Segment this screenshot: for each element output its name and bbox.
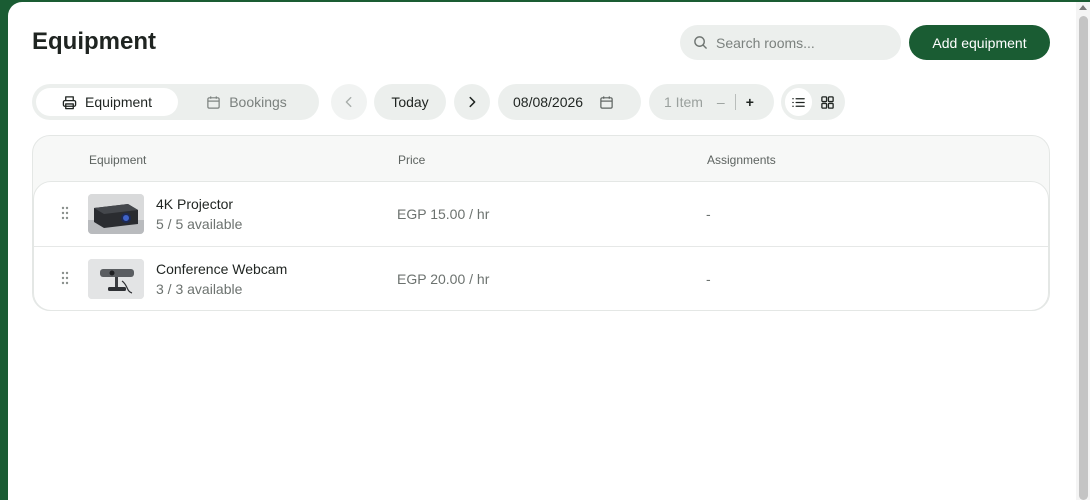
webcam-image [88,259,144,299]
search-input[interactable] [716,34,886,51]
chevron-right-icon [469,96,476,108]
search-icon [694,36,707,49]
tab-bookings[interactable]: Bookings [178,88,315,116]
grid-view-icon [821,95,834,109]
column-header-price: Price [398,153,426,167]
equipment-name: Conference Webcam [156,261,288,277]
drag-handle-icon[interactable] [61,271,69,285]
stepper-label: 1 Item [664,94,703,110]
calendar-icon [600,95,613,109]
vertical-scrollbar[interactable] [1076,2,1090,500]
equipment-availability: 3 / 3 available [156,281,243,297]
scrollbar-thumb[interactable] [1079,16,1088,500]
table-row[interactable]: Conference Webcam 3 / 3 available EGP 20… [34,246,1048,310]
equipment-price: EGP 15.00 / hr [397,206,490,222]
date-picker[interactable]: 08/08/2026 [498,84,641,120]
page-title: Equipment [32,28,156,55]
table-header: Equipment Price Assignments [33,136,1049,181]
item-quantity-stepper: 1 Item – + [649,84,774,120]
drag-handle-icon[interactable] [61,206,69,220]
table-body: 4K Projector 5 / 5 available EGP 15.00 /… [33,181,1049,311]
equipment-assignments: - [706,271,711,287]
calendar-icon [207,95,220,109]
tab-bookings-label: Bookings [229,94,287,110]
column-header-assignments: Assignments [707,153,776,167]
date-value: 08/08/2026 [513,94,584,110]
grid-view-button[interactable] [814,88,841,116]
add-equipment-button[interactable]: Add equipment [909,25,1050,60]
decrement-button[interactable]: – [717,94,725,110]
projector-image [88,194,144,234]
tab-equipment-label: Equipment [85,94,152,110]
tab-equipment[interactable]: Equipment [36,88,178,116]
chevron-left-icon [345,96,352,108]
view-switcher: Equipment Bookings [32,84,319,120]
app-window: Equipment Add equipment Equipment Bookin… [8,2,1090,500]
equipment-assignments: - [706,206,711,222]
next-day-button[interactable] [454,84,490,120]
today-button[interactable]: Today [374,84,446,120]
table-row[interactable]: 4K Projector 5 / 5 available EGP 15.00 /… [34,182,1048,246]
equipment-price: EGP 20.00 / hr [397,271,490,287]
search-box[interactable] [680,25,901,60]
list-view-button[interactable] [785,88,812,116]
layout-toggle [781,84,845,120]
equipment-table: Equipment Price Assignments 4K Projector… [32,135,1050,311]
scroll-up-arrow-icon[interactable] [1079,5,1087,10]
column-header-equipment: Equipment [89,153,147,167]
equipment-name: 4K Projector [156,196,234,212]
stepper-divider [734,94,736,110]
equipment-availability: 5 / 5 available [156,216,243,232]
previous-day-button[interactable] [331,84,367,120]
list-view-icon [792,97,805,107]
printer-icon [62,95,77,109]
increment-button[interactable]: + [746,94,754,110]
